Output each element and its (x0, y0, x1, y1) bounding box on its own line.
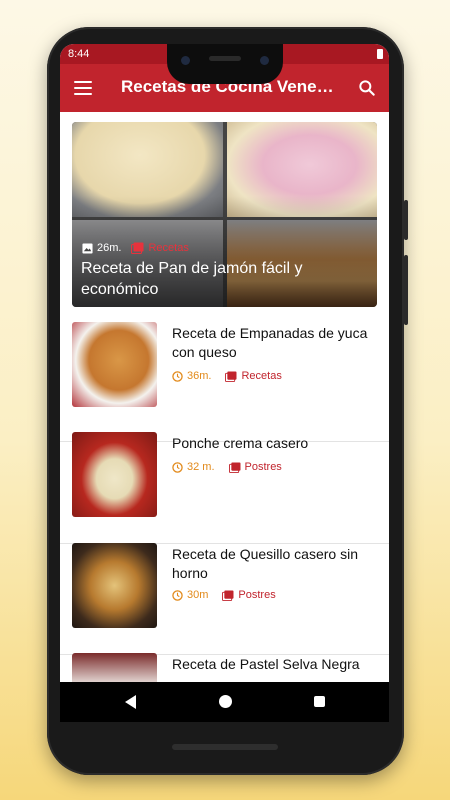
camera-notch (167, 44, 283, 84)
recipe-thumbnail (72, 543, 157, 628)
list-item[interactable]: Receta de Empanadas de yuca con queso 36… (60, 322, 389, 442)
recipe-thumbnail (72, 322, 157, 407)
recipe-meta: 30m Postres (172, 589, 276, 601)
phone-speaker (172, 744, 278, 750)
category-icon (222, 589, 234, 601)
status-time: 8:44 (68, 48, 90, 60)
recipe-list[interactable]: 26m. Recetas Receta de Pan de jamón fáci… (60, 112, 389, 722)
recipe-meta: 32 m. Postres (172, 461, 282, 473)
back-icon[interactable] (125, 695, 136, 709)
volume-button (404, 255, 408, 325)
recipe-category[interactable]: Postres (238, 589, 275, 601)
search-icon[interactable] (357, 78, 377, 98)
menu-icon[interactable] (74, 81, 92, 95)
featured-meta: 26m. Recetas (82, 242, 189, 254)
recipe-time: 32 m. (187, 461, 215, 473)
featured-title: Receta de Pan de jamón fácil y económico (81, 260, 303, 298)
app-screen: 8:44 Recetas de Cocina Venezolanas 26m. (60, 44, 389, 722)
clock-icon (172, 589, 183, 601)
recipe-title: Ponche crema casero (172, 435, 309, 451)
image-icon (82, 242, 93, 254)
home-icon[interactable] (219, 695, 232, 708)
featured-category[interactable]: Recetas (148, 242, 188, 254)
list-item[interactable]: Ponche crema casero 32 m. Postres (60, 432, 389, 544)
recipe-meta: 36m. Recetas (172, 370, 282, 382)
system-nav-bar (60, 682, 389, 722)
recents-icon[interactable] (314, 696, 325, 707)
recipe-category[interactable]: Postres (245, 461, 282, 473)
front-camera (181, 56, 190, 65)
category-icon (225, 370, 237, 382)
speaker-grille (209, 56, 241, 61)
featured-time: 26m. (97, 242, 122, 254)
recipe-time: 36m. (187, 370, 212, 382)
clock-icon (172, 370, 183, 382)
battery-icon (377, 49, 383, 59)
recipe-title: Receta de Quesillo casero sin horno (172, 546, 358, 581)
recipe-title: Receta de Empanadas de yuca con queso (172, 325, 368, 360)
list-item[interactable]: Receta de Quesillo casero sin horno 30m … (60, 543, 389, 655)
recipe-title: Receta de Pastel Selva Negra (172, 656, 360, 672)
power-button (404, 200, 408, 240)
front-camera (260, 56, 269, 65)
category-icon (131, 242, 144, 254)
recipe-time: 30m (187, 589, 209, 601)
clock-icon (172, 461, 183, 473)
category-icon (228, 461, 241, 473)
featured-recipe-card[interactable]: 26m. Recetas Receta de Pan de jamón fáci… (72, 122, 377, 307)
recipe-category[interactable]: Recetas (241, 370, 281, 382)
recipe-thumbnail (72, 432, 157, 517)
